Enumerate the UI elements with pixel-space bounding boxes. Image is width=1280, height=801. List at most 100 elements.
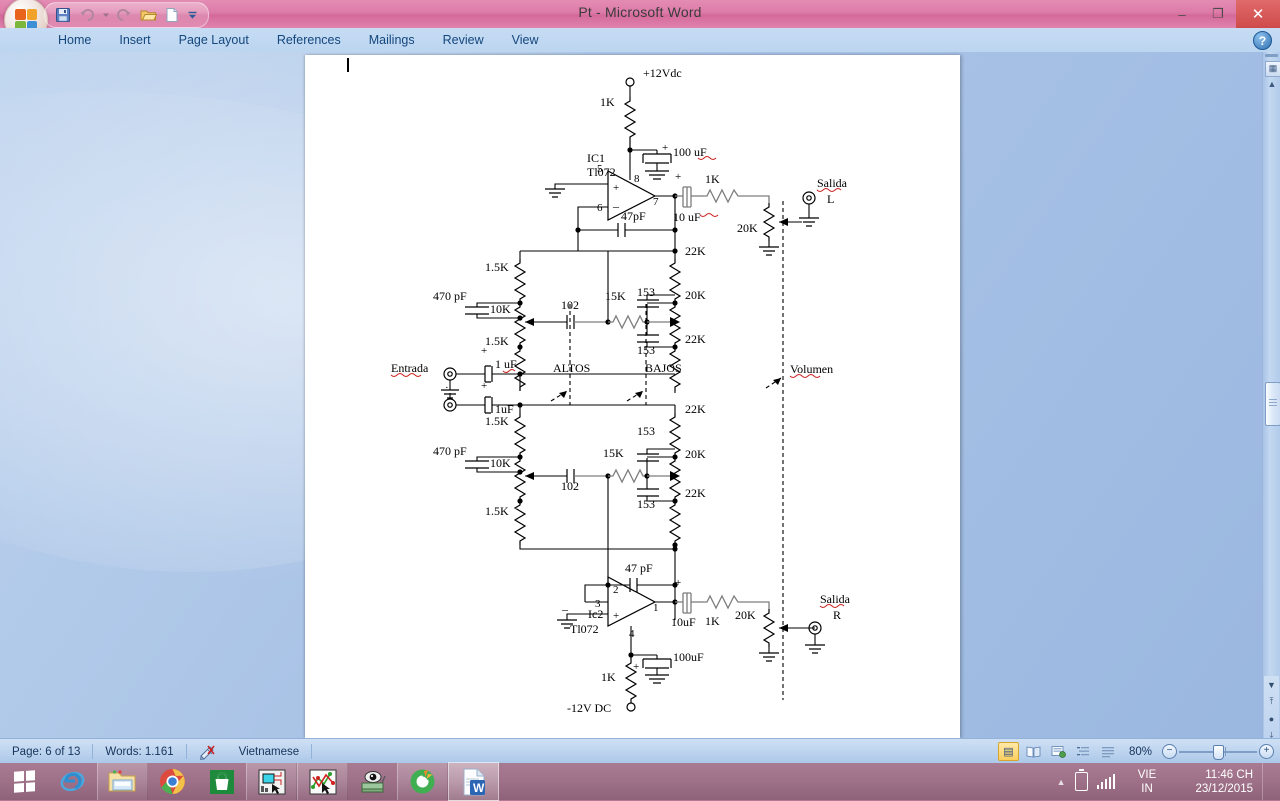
view-outline-button[interactable]	[1073, 742, 1094, 761]
label-treble-series-cap-b: 102	[561, 479, 579, 493]
label-ic1-out-resistor: 1K	[705, 172, 720, 186]
tab-insert[interactable]: Insert	[105, 30, 164, 50]
show-desktop-button[interactable]	[1262, 763, 1270, 800]
tab-home[interactable]: Home	[44, 30, 105, 50]
label-bass-resistor-b: 15K	[603, 446, 624, 460]
label-bass-bot-resistor-b: 22K	[685, 486, 706, 500]
save-button[interactable]	[53, 5, 73, 25]
tray-expand-chevron-icon[interactable]: ▲	[1057, 777, 1066, 787]
label-volume-pot-right: 20K	[735, 608, 756, 622]
tray-day-label: VIE	[1137, 768, 1157, 781]
label-salida-r: Salida	[820, 592, 851, 606]
label-bass-top-resistor-b: 22K	[685, 402, 706, 416]
label-treble-top-resistor-b: 1.5K	[485, 414, 509, 428]
label-treble-bot-resistor-b: 1.5K	[485, 504, 509, 518]
minimize-button[interactable]: –	[1164, 0, 1200, 28]
battery-icon[interactable]	[1074, 769, 1088, 791]
signal-bars-icon[interactable]	[1096, 774, 1115, 789]
view-full-screen-reading-button[interactable]	[1023, 742, 1044, 761]
label-volume-pot-left: 20K	[737, 221, 758, 235]
label-treble-cap-a: 470 pF	[433, 289, 467, 303]
label-input-cap-left: 1 uF	[495, 357, 517, 371]
scrollbar-thumb[interactable]	[1265, 382, 1280, 426]
taskbar-windows-store[interactable]	[197, 763, 246, 800]
status-language[interactable]: Vietnamese	[227, 739, 312, 764]
split-window-handle[interactable]	[1265, 54, 1278, 57]
zoom-slider-knob[interactable]	[1213, 745, 1224, 760]
tray-lang-label: IN	[1141, 782, 1153, 795]
scrollbar-grip	[1269, 399, 1277, 407]
tray-clock[interactable]: 11:46 CH 23/12/2015	[1179, 768, 1253, 796]
taskbar-google-chrome[interactable]	[148, 763, 197, 800]
status-proofing-errors[interactable]	[187, 739, 227, 764]
label-ic1-out-cap-polarity: +	[675, 171, 681, 183]
view-web-layout-button[interactable]	[1048, 742, 1069, 761]
label-volumen: Volumen	[790, 362, 833, 376]
document-workspace: 1K +12Vdc + 100 uF IC1 Tl072 5 6 8 7 + –…	[0, 52, 1280, 738]
label-entrada: Entrada	[391, 361, 429, 375]
label-ic1-minus: –	[612, 199, 620, 213]
tab-references[interactable]: References	[263, 30, 355, 50]
scroll-down-arrow[interactable]: ▼	[1264, 676, 1279, 693]
customize-quick-access-button[interactable]	[186, 5, 198, 25]
tray-time-label: 11:46 CH	[1205, 768, 1253, 781]
label-bass-cap-top-b: 153	[637, 424, 655, 438]
svg-text:W: W	[473, 781, 485, 795]
tab-view[interactable]: View	[498, 30, 553, 50]
label-treble-bot-resistor-a: 1.5K	[485, 334, 509, 348]
label-ic2-pin2: 2	[613, 584, 619, 596]
label-treble-pot-b: 10K	[490, 456, 511, 470]
taskbar-pcb-design-app[interactable]	[246, 763, 297, 800]
taskbar-file-explorer[interactable]	[97, 763, 148, 800]
tab-review[interactable]: Review	[429, 30, 498, 50]
taskbar-schematic-editor-app[interactable]	[297, 763, 348, 800]
document-page[interactable]: 1K +12Vdc + 100 uF IC1 Tl072 5 6 8 7 + –…	[305, 55, 960, 738]
window-controls: – ❐ ✕	[1164, 0, 1280, 28]
new-document-button[interactable]	[162, 5, 182, 25]
title-bar: Pt - Microsoft Word – ❐ ✕	[0, 0, 1280, 42]
label-ic1-pin6: 6	[597, 202, 603, 214]
status-word-count[interactable]: Words: 1.161	[93, 739, 185, 764]
label-input-cap-left-polarity: +	[481, 345, 487, 357]
label-salida-l-channel: L	[827, 192, 834, 206]
zoom-out-button[interactable]: −	[1162, 744, 1177, 759]
label-treble-top-resistor-a: 1.5K	[485, 260, 509, 274]
tray-language-indicator[interactable]: VIE IN	[1124, 768, 1170, 796]
tab-page-layout[interactable]: Page Layout	[165, 30, 263, 50]
start-button[interactable]	[0, 763, 48, 800]
view-print-layout-button[interactable]: ▤	[997, 742, 1019, 761]
taskbar-hardware-monitor-app[interactable]	[348, 763, 397, 800]
scrollbar-page-icon[interactable]: ▦	[1265, 61, 1280, 77]
scroll-up-arrow[interactable]: ▲	[1266, 79, 1278, 89]
label-altos: ALTOS	[553, 361, 590, 375]
open-folder-button[interactable]	[138, 5, 158, 25]
label-bass-cap-bot-b: 153	[637, 497, 655, 511]
taskbar-media-tool-app[interactable]	[397, 763, 448, 800]
zoom-level-label[interactable]: 80%	[1123, 746, 1158, 758]
restore-button[interactable]: ❐	[1200, 0, 1236, 28]
scrollbar-bottom-group: ▼ ⤒ ● ⤓	[1264, 676, 1279, 740]
vertical-scrollbar[interactable]: ▦ ▲ ▼ ⤒ ● ⤓	[1262, 52, 1280, 740]
tab-mailings[interactable]: Mailings	[355, 30, 429, 50]
select-browse-object-button[interactable]: ●	[1264, 710, 1279, 727]
view-draft-button[interactable]	[1098, 742, 1119, 761]
undo-button[interactable]	[77, 5, 97, 25]
undo-dropdown-button[interactable]	[101, 5, 110, 25]
ribbon-tabs: Home Insert Page Layout References Maili…	[44, 28, 552, 52]
label-ic2-out-cap-polarity: +	[675, 577, 681, 589]
redo-button[interactable]	[114, 5, 134, 25]
status-page-number[interactable]: Page: 6 of 13	[0, 739, 92, 764]
windows-logo-icon	[13, 770, 35, 793]
help-icon[interactable]: ?	[1253, 31, 1272, 50]
label-input-cap-right-polarity: +	[481, 380, 487, 392]
label-ic2-ground-minus: –	[561, 602, 569, 616]
label-bass-resistor-a: 15K	[605, 289, 626, 303]
zoom-slider-tick	[1225, 747, 1226, 756]
taskbar-internet-explorer[interactable]	[48, 763, 97, 800]
zoom-slider-track[interactable]	[1179, 745, 1257, 760]
close-button[interactable]: ✕	[1236, 0, 1280, 28]
previous-object-button[interactable]: ⤒	[1264, 693, 1279, 710]
taskbar-microsoft-word[interactable]: W	[448, 762, 499, 801]
zoom-in-button[interactable]: +	[1259, 744, 1274, 759]
zoom-slider-control: − +	[1162, 744, 1274, 760]
